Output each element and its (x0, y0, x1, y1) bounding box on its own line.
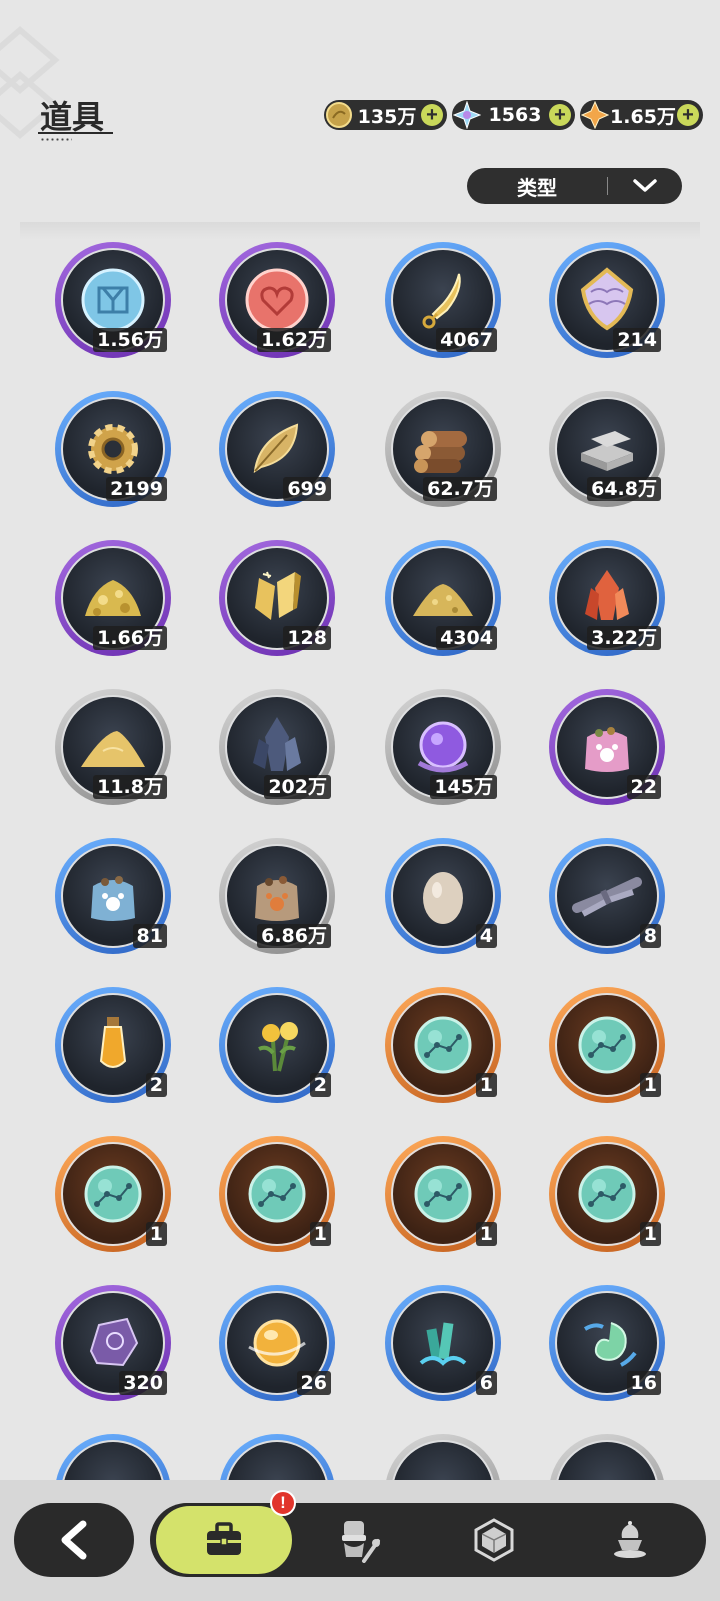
item-count: 214 (613, 328, 661, 352)
inventory-item[interactable]: 202万 (219, 689, 335, 805)
inventory-item[interactable]: 8 (549, 838, 665, 954)
inventory-item[interactable]: 4067 (385, 242, 501, 358)
inventory-item[interactable]: 1.56万 (55, 242, 171, 358)
inventory-item[interactable] (55, 1434, 171, 1480)
item-count: 6.86万 (257, 924, 331, 948)
inventory-item[interactable]: 699 (219, 391, 335, 507)
inventory-item[interactable]: 11.8万 (55, 689, 171, 805)
hexagon-gem-icon (474, 1518, 514, 1562)
tab-cooking[interactable] (318, 1503, 398, 1577)
chef-hat-icon (342, 1521, 380, 1563)
inventory-item[interactable] (219, 1434, 335, 1480)
item-count: 320 (119, 1371, 167, 1395)
herb-bundle-icon (572, 877, 642, 917)
item-count: 6 (475, 1371, 497, 1395)
egg-icon (423, 872, 463, 924)
back-button[interactable] (14, 1503, 134, 1577)
item-count: 128 (283, 626, 331, 650)
item-count: 64.8万 (587, 477, 661, 501)
tab-crafting[interactable] (454, 1503, 534, 1577)
inventory-item[interactable]: 1.66万 (55, 540, 171, 656)
constellation-orb-icon (578, 1165, 636, 1223)
item-count: 1 (639, 1073, 661, 1097)
inventory-item[interactable]: 6.86万 (219, 838, 335, 954)
inventory-item[interactable]: 64.8万 (549, 391, 665, 507)
inventory-item[interactable]: 81 (55, 838, 171, 954)
green-crystal-icon (419, 1322, 467, 1366)
inventory-item[interactable]: 214 (549, 242, 665, 358)
inventory-item[interactable]: 16 (549, 1285, 665, 1401)
item-count: 3.22万 (587, 626, 661, 650)
item-count: 1 (475, 1073, 497, 1097)
item-count: 2 (145, 1073, 167, 1097)
inventory-item[interactable]: 1.62万 (219, 242, 335, 358)
inventory-item[interactable]: 1 (219, 1136, 335, 1252)
item-count: 1.56万 (93, 328, 167, 352)
inventory-item[interactable]: 62.7万 (385, 391, 501, 507)
tab-bag[interactable] (153, 1503, 295, 1577)
inventory-item[interactable]: 1 (549, 1136, 665, 1252)
inventory-item[interactable]: 2 (219, 987, 335, 1103)
item-count: 22 (626, 775, 661, 799)
tab-dessert[interactable] (590, 1503, 670, 1577)
bag-icon (207, 1522, 241, 1555)
flower-bouquet-icon (258, 1022, 298, 1072)
item-count: 1 (475, 1222, 497, 1246)
item-count: 1.62万 (257, 328, 331, 352)
inventory-item[interactable]: 320 (55, 1285, 171, 1401)
inventory-item[interactable]: 1 (549, 987, 665, 1103)
item-count: 4304 (436, 626, 497, 650)
item-count: 4067 (436, 328, 497, 352)
item-count: 8 (639, 924, 661, 948)
item-count: 2199 (106, 477, 167, 501)
constellation-orb-icon (414, 1165, 472, 1223)
constellation-orb-icon (248, 1165, 306, 1223)
item-count: 699 (283, 477, 331, 501)
inventory-item[interactable]: 1 (385, 1136, 501, 1252)
inventory-item[interactable] (385, 1434, 501, 1480)
item-count: 202万 (264, 775, 331, 799)
inventory-item[interactable]: 4304 (385, 540, 501, 656)
constellation-orb-icon (84, 1165, 142, 1223)
item-count: 81 (132, 924, 167, 948)
inventory-item[interactable]: 26 (219, 1285, 335, 1401)
item-count: 1 (639, 1222, 661, 1246)
notification-badge: ! (270, 1490, 296, 1516)
item-count: 1 (309, 1222, 331, 1246)
inventory-item[interactable]: 2199 (55, 391, 171, 507)
inventory-item[interactable]: 145万 (385, 689, 501, 805)
item-count: 11.8万 (93, 775, 167, 799)
item-count: 1 (145, 1222, 167, 1246)
inventory-item[interactable]: 6 (385, 1285, 501, 1401)
item-count: 1.66万 (93, 626, 167, 650)
item-count: 2 (309, 1073, 331, 1097)
inventory-item[interactable]: 2 (55, 987, 171, 1103)
inventory-item[interactable]: 128 (219, 540, 335, 656)
item-grid: 1.56万 1.62万 4067 214 2199 699 62.7万 64.8万 1.66万 1… (0, 0, 720, 1480)
item-count: 4 (475, 924, 497, 948)
inventory-item[interactable]: 1 (385, 987, 501, 1103)
inventory-item[interactable]: 22 (549, 689, 665, 805)
item-count: 16 (626, 1371, 661, 1395)
constellation-orb-icon (414, 1016, 472, 1074)
constellation-orb-icon (578, 1016, 636, 1074)
inventory-item[interactable]: 3.22万 (549, 540, 665, 656)
item-count: 26 (296, 1371, 331, 1395)
inventory-item[interactable]: 4 (385, 838, 501, 954)
potion-vial-icon (99, 1017, 127, 1068)
item-count: 62.7万 (423, 477, 497, 501)
inventory-item[interactable] (549, 1434, 665, 1480)
item-count: 145万 (430, 775, 497, 799)
back-arrow-icon (61, 1520, 87, 1560)
inventory-item[interactable]: 1 (55, 1136, 171, 1252)
dessert-icon (614, 1521, 646, 1558)
